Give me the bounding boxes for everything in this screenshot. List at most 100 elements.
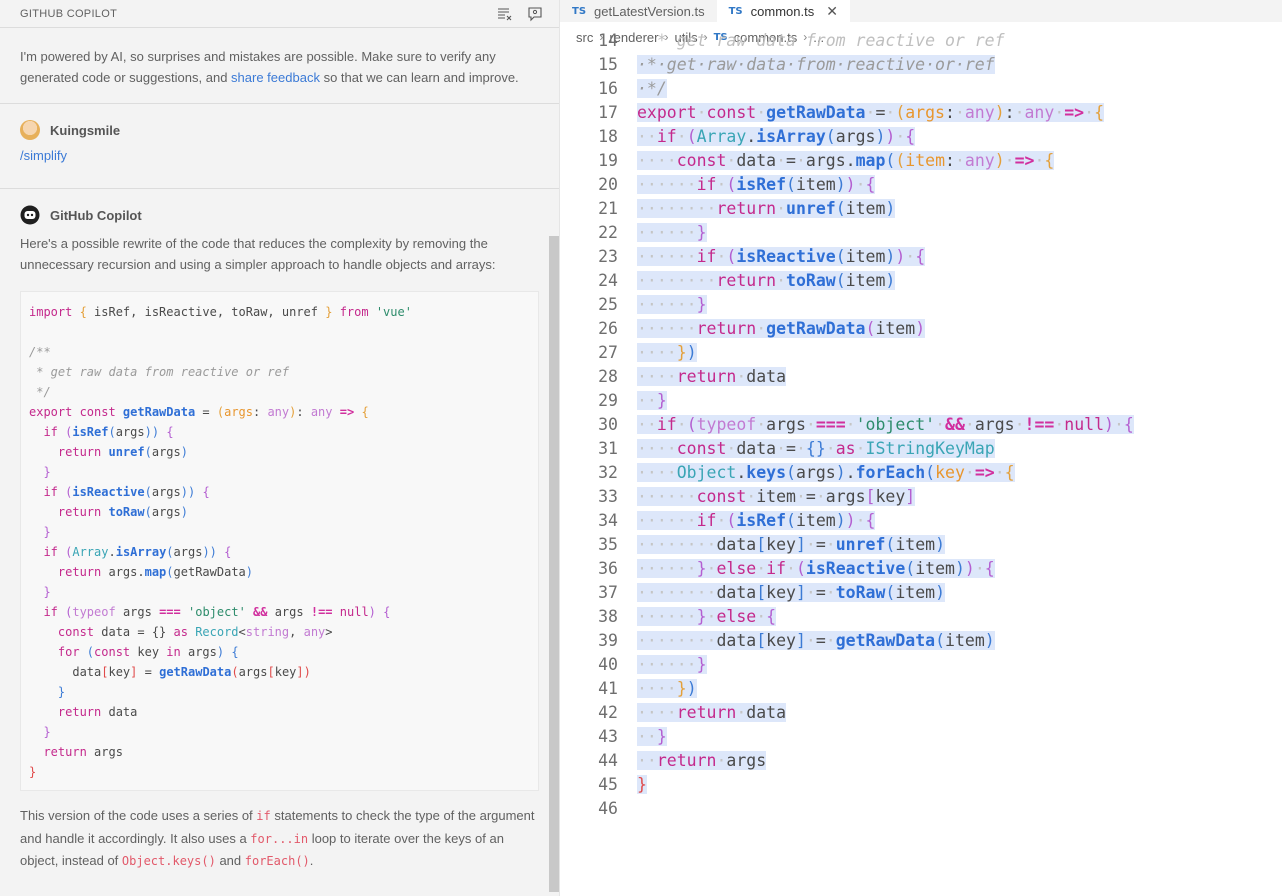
editor-line: 34 ······if·(isRef(item))·{: [560, 508, 1282, 532]
code-line: return data: [29, 705, 138, 719]
line-number: 22: [598, 222, 618, 242]
editor-line: 35 ········data[key]·=·unref(item): [560, 532, 1282, 556]
code-line: return unref(args): [29, 445, 188, 459]
code-line: }: [29, 465, 51, 479]
line-code: ·*/: [637, 78, 667, 98]
line-number: 40: [598, 654, 618, 674]
user-command[interactable]: /simplify: [20, 148, 539, 163]
line-code: ····}): [637, 678, 697, 698]
share-feedback-link[interactable]: share feedback: [231, 70, 320, 85]
line-code: ······return·getRawData(item): [637, 318, 926, 338]
editor-line: 44 ··return·args: [560, 748, 1282, 772]
typescript-file-icon: TS: [728, 5, 743, 17]
line-number: 27: [598, 342, 618, 362]
editor-line: 17 export·const·getRawData·=·(args:·any):…: [560, 100, 1282, 124]
editor-line: 15 ·*·get·raw·data·from·reactive·or·ref: [560, 52, 1282, 76]
line-number: 32: [598, 462, 618, 482]
editor-tabbar: TS getLatestVersion.ts TS common.ts ✕: [560, 0, 1282, 22]
line-code: ········data[key]·=·toRaw(item): [637, 582, 946, 602]
line-number: 44: [598, 750, 618, 770]
line-number: 35: [598, 534, 618, 554]
line-number: 23: [598, 246, 618, 266]
code-line: }: [29, 765, 37, 779]
line-code: ······}·else·{: [637, 606, 777, 626]
line-number: 26: [598, 318, 618, 338]
code-editor: TS getLatestVersion.ts TS common.ts ✕ sr…: [560, 0, 1282, 896]
tab-label: common.ts: [750, 3, 815, 19]
editor-line: 43 ··}: [560, 724, 1282, 748]
editor-line: 33 ······const·item·=·args[key]: [560, 484, 1282, 508]
code-line: if (Array.isArray(args)) {: [29, 545, 232, 559]
editor-line: 40 ······}: [560, 652, 1282, 676]
line-code: ······if·(isRef(item))·{: [637, 510, 876, 530]
code-line: return toRaw(args): [29, 505, 188, 519]
code-line: }: [29, 725, 51, 739]
line-number: 41: [598, 678, 618, 698]
tab-label: getLatestVersion.ts: [594, 3, 705, 19]
line-number: 14: [598, 32, 618, 50]
editor-line: 25 ······}: [560, 292, 1282, 316]
editor-line: 14 * get raw data from reactive or ref: [560, 32, 1282, 52]
editor-line: 23 ······if·(isReactive(item))·{: [560, 244, 1282, 268]
line-number: 34: [598, 510, 618, 530]
editor-line: 16 ·*/: [560, 76, 1282, 100]
explanation-text: and: [215, 853, 245, 868]
line-code: ········return·unref(item): [637, 198, 896, 218]
editor-line: 41 ····}): [560, 676, 1282, 700]
ai-disclaimer: I'm powered by AI, so surprises and mist…: [0, 28, 559, 104]
line-number: 16: [598, 78, 618, 98]
editor-line: 36 ······}·else·if·(isReactive(item))·{: [560, 556, 1282, 580]
line-number: 25: [598, 294, 618, 314]
user-avatar: [20, 120, 40, 140]
line-code: ··if·(Array.isArray(args))·{: [637, 126, 916, 146]
feedback-icon[interactable]: [527, 6, 543, 22]
line-number: 46: [598, 798, 618, 818]
suggested-code-block[interactable]: import { isRef, isReactive, toRaw, unref…: [20, 291, 539, 791]
line-code: ····}): [637, 342, 697, 362]
code-line: return args.map(getRawData): [29, 565, 254, 579]
code-area[interactable]: 14 * get raw data from reactive or ref 15…: [560, 32, 1282, 896]
line-code: ····Object.keys(args).forEach(key·=>·{: [637, 462, 1015, 482]
code-line: if (isReactive(args)) {: [29, 485, 210, 499]
disclaimer-text-end: so that we can learn and improve.: [319, 70, 519, 85]
code-line: }: [29, 585, 51, 599]
line-number: 20: [598, 174, 618, 194]
clear-all-icon[interactable]: [497, 6, 513, 22]
editor-line: 20 ······if·(isRef(item))·{: [560, 172, 1282, 196]
editor-line: 38 ······}·else·{: [560, 604, 1282, 628]
line-number: 18: [598, 126, 618, 146]
line-number: 24: [598, 270, 618, 290]
tab-getlatestversion[interactable]: TS getLatestVersion.ts: [560, 0, 717, 22]
user-message: Kuingsmile /simplify: [0, 104, 559, 189]
code-line: for (const key in args) {: [29, 645, 239, 659]
close-icon[interactable]: ✕: [826, 3, 838, 20]
code-line: }: [29, 525, 51, 539]
editor-line: 37 ········data[key]·=·toRaw(item): [560, 580, 1282, 604]
line-code: }: [637, 774, 647, 794]
line-code: ······}: [637, 654, 707, 674]
inline-code: for...in: [250, 831, 309, 846]
editor-line: 26 ······return·getRawData(item): [560, 316, 1282, 340]
line-code: ······}·else·if·(isReactive(item))·{: [637, 558, 995, 578]
line-number: 33: [598, 486, 618, 506]
line-number: 19: [598, 150, 618, 170]
panel-scrollbar[interactable]: [549, 236, 559, 892]
line-number: 43: [598, 726, 618, 746]
line-code: ··if·(typeof·args·===·'object'·&&·args·!…: [637, 414, 1134, 434]
line-code: ····const·data·=·{}·as·IStringKeyMap: [637, 438, 995, 458]
editor-line: 21 ········return·unref(item): [560, 196, 1282, 220]
editor-line: 18 ··if·(Array.isArray(args))·{: [560, 124, 1282, 148]
line-number: 39: [598, 630, 618, 650]
code-line: * get raw data from reactive or ref: [29, 365, 290, 379]
line-number: 17: [598, 102, 618, 122]
copilot-response: GitHub Copilot Here's a possible rewrite…: [0, 189, 559, 873]
inline-code: forEach(): [244, 854, 310, 868]
line-code: ······if·(isRef(item))·{: [637, 174, 876, 194]
code-line: if (typeof args === 'object' && args !==…: [29, 605, 391, 619]
panel-title: GITHUB COPILOT: [20, 7, 118, 20]
line-number: 30: [598, 414, 618, 434]
code-line: */: [29, 385, 51, 399]
code-line: /**: [29, 345, 51, 359]
tab-common[interactable]: TS common.ts ✕: [716, 0, 850, 22]
line-number: 15: [598, 54, 618, 74]
